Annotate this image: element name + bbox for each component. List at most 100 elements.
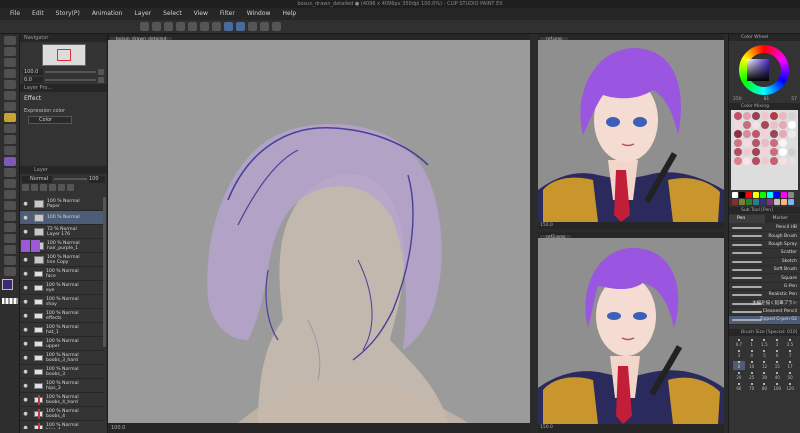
subtool-item[interactable]: Scatter bbox=[729, 249, 800, 258]
palette-swatch[interactable] bbox=[734, 130, 742, 138]
subtool-item[interactable]: Sketch bbox=[729, 258, 800, 266]
menu-story[interactable]: Story(P) bbox=[50, 8, 86, 20]
brush-size-option[interactable]: 10 bbox=[746, 361, 758, 370]
subtool-item[interactable]: Soft Brush bbox=[729, 266, 800, 275]
palette-swatch[interactable] bbox=[752, 157, 760, 165]
brush-size-option[interactable]: 0.7 bbox=[733, 339, 745, 348]
zoom-tool-icon[interactable] bbox=[4, 36, 16, 45]
palette-swatch[interactable] bbox=[761, 139, 769, 147]
eye-icon[interactable]: ● bbox=[22, 354, 29, 361]
color-set-swatch[interactable] bbox=[732, 192, 738, 198]
palette-swatch[interactable] bbox=[779, 148, 787, 156]
brush-size-option[interactable]: 6 bbox=[771, 350, 783, 359]
color-set-swatch[interactable] bbox=[753, 199, 759, 205]
brush-size-option[interactable]: 17 bbox=[784, 361, 796, 370]
lock-icon[interactable] bbox=[22, 184, 29, 191]
color-set-swatch[interactable] bbox=[788, 199, 794, 205]
gradient-tool-icon[interactable] bbox=[4, 201, 16, 210]
selection-tool-icon[interactable] bbox=[4, 80, 16, 89]
palette-swatch[interactable] bbox=[779, 139, 787, 147]
layer-folder-row[interactable]: ● 100 % Normal boobs_3_hard bbox=[20, 351, 104, 365]
layer-folder-row[interactable]: ● 100 % Normal effects bbox=[20, 309, 104, 323]
brush-tool-icon[interactable] bbox=[4, 135, 16, 144]
menu-view[interactable]: View bbox=[188, 8, 214, 20]
palette-swatch[interactable] bbox=[788, 139, 796, 147]
palette-swatch[interactable] bbox=[734, 157, 742, 165]
layer-row[interactable]: ● 72 % Normal Layer 176 bbox=[20, 225, 104, 239]
palette-swatch[interactable] bbox=[743, 130, 751, 138]
palette-swatch[interactable] bbox=[761, 130, 769, 138]
saturation-value-square[interactable] bbox=[747, 59, 769, 81]
expression-color-select[interactable]: Color bbox=[28, 116, 72, 124]
palette-swatch[interactable] bbox=[779, 130, 787, 138]
subtool-item[interactable]: Realistic Pen bbox=[729, 291, 800, 300]
brush-size-option[interactable]: 5 bbox=[759, 350, 771, 359]
menu-edit[interactable]: Edit bbox=[26, 8, 50, 20]
brush-size-option[interactable]: 2.5 bbox=[784, 339, 796, 348]
brush-size-option[interactable]: 3 bbox=[733, 350, 745, 359]
eye-icon[interactable]: ● bbox=[22, 200, 29, 207]
palette-swatch[interactable] bbox=[752, 112, 760, 120]
brush-size-option[interactable]: 1 bbox=[746, 339, 758, 348]
color-set-swatch[interactable] bbox=[760, 192, 766, 198]
palette-swatch[interactable] bbox=[770, 121, 778, 129]
operation-tool-icon[interactable] bbox=[4, 58, 16, 67]
balloon-tool-icon[interactable] bbox=[4, 256, 16, 265]
main-canvas[interactable] bbox=[108, 40, 530, 423]
color-value-s[interactable]: 81 bbox=[764, 97, 770, 103]
undo-icon[interactable] bbox=[176, 22, 185, 31]
subtool-item[interactable]: Pencil HB bbox=[729, 224, 800, 233]
transparent-color-swatch[interactable] bbox=[2, 298, 18, 304]
layer-row[interactable]: ● 100 % Normalhair_purple_1 bbox=[20, 239, 104, 253]
brush-size-option[interactable]: 70 bbox=[746, 383, 758, 392]
layer-row[interactable]: ● 100 % Normal Paper bbox=[20, 197, 104, 211]
palette-swatch[interactable] bbox=[770, 139, 778, 147]
subtool-item[interactable]: Rough Spray bbox=[729, 241, 800, 250]
airbrush-tool-icon[interactable] bbox=[4, 146, 16, 155]
color-mixing-tab[interactable]: Color Mixing bbox=[729, 103, 800, 110]
draft-icon[interactable] bbox=[49, 184, 56, 191]
pencil-tool-icon[interactable] bbox=[4, 124, 16, 133]
reference-icon[interactable] bbox=[40, 184, 47, 191]
palette-swatch[interactable] bbox=[743, 139, 751, 147]
figure-tool-icon[interactable] bbox=[4, 212, 16, 221]
tab-marker[interactable]: Marker bbox=[764, 215, 800, 223]
hand-tool-icon[interactable] bbox=[4, 47, 16, 56]
brush-size-option[interactable]: 80 bbox=[759, 383, 771, 392]
layer-folder-row[interactable]: ● 100 % Normal boobs_4_hard bbox=[20, 393, 104, 407]
color-set-swatch[interactable] bbox=[781, 192, 787, 198]
color-set-swatch[interactable] bbox=[746, 192, 752, 198]
palette-swatch[interactable] bbox=[743, 112, 751, 120]
eye-icon[interactable]: ● bbox=[22, 368, 29, 375]
brush-size-option[interactable]: 20 bbox=[733, 372, 745, 381]
palette-swatch[interactable] bbox=[779, 157, 787, 165]
layer-folder-row[interactable]: ● 100 % Normal hips_3 bbox=[20, 379, 104, 393]
settings-icon[interactable] bbox=[260, 22, 269, 31]
layer-property-tab[interactable]: Layer Pro... bbox=[20, 84, 107, 92]
canvas-zoom-status[interactable]: 100.0 bbox=[111, 425, 125, 431]
palette-swatch[interactable] bbox=[752, 130, 760, 138]
share-icon[interactable] bbox=[272, 22, 281, 31]
subtool-item[interactable]: Square bbox=[729, 274, 800, 283]
menu-layer[interactable]: Layer bbox=[128, 8, 157, 20]
brush-size-option[interactable]: 30 bbox=[759, 372, 771, 381]
color-set-swatch[interactable] bbox=[746, 199, 752, 205]
save-icon[interactable] bbox=[164, 22, 173, 31]
frame-tool-icon[interactable] bbox=[4, 223, 16, 232]
layer-panel-tab[interactable]: Layer bbox=[20, 166, 107, 174]
color-value-h[interactable]: 250 bbox=[733, 97, 742, 103]
color-set-swatch[interactable] bbox=[781, 199, 787, 205]
tab-pen[interactable]: Pen bbox=[729, 215, 765, 223]
color-set-swatch[interactable] bbox=[767, 199, 773, 205]
palette-swatch[interactable] bbox=[761, 148, 769, 156]
menu-filter[interactable]: Filter bbox=[214, 8, 241, 20]
layer-folder-row[interactable]: ● 100 % Normal hat_1 bbox=[20, 323, 104, 337]
move-layer-tool-icon[interactable] bbox=[4, 69, 16, 78]
eye-icon[interactable]: ● bbox=[22, 410, 29, 417]
eye-icon[interactable]: ● bbox=[22, 214, 29, 221]
color-set-swatch[interactable] bbox=[774, 199, 780, 205]
new-icon[interactable] bbox=[140, 22, 149, 31]
navigator-preview[interactable] bbox=[42, 44, 86, 66]
color-value-v[interactable]: 57 bbox=[791, 97, 797, 103]
open-icon[interactable] bbox=[152, 22, 161, 31]
